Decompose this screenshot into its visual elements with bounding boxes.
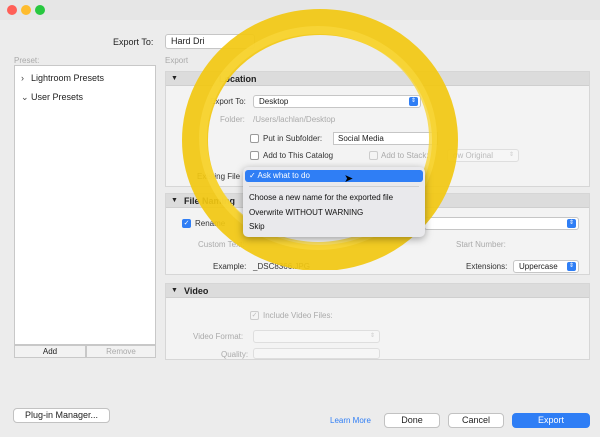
section-title: Video [184, 286, 209, 296]
disclosure-triangle-icon[interactable]: ▼ [171, 194, 178, 208]
stack-position-select[interactable]: ow Original ⇕ [447, 149, 519, 162]
subfolder-label: Put in Subfolder: [263, 134, 323, 143]
include-video-checkbox[interactable]: ✓ [250, 311, 259, 320]
add-to-catalog-checkbox[interactable] [250, 151, 259, 160]
menu-item-overwrite[interactable]: Overwrite WITHOUT WARNING [249, 208, 363, 217]
close-window-button[interactable] [7, 5, 17, 15]
folder-label: Folder: [220, 115, 245, 124]
export-to-label: Export To: [113, 37, 154, 47]
plugin-manager-button[interactable]: Plug-in Manager... [13, 408, 110, 423]
subfolder-name-value: Social Media [338, 134, 384, 143]
check-icon: ✓ [249, 171, 256, 180]
add-to-catalog-label: Add to This Catalog [263, 151, 334, 160]
preset-list: › Lightroom Presets ⌄ User Presets [14, 65, 156, 345]
subfolder-name-input[interactable]: Social Media [333, 132, 438, 145]
start-number-label: Start Number: [456, 240, 506, 249]
include-video-label: Include Video Files: [263, 311, 333, 320]
select-arrows-icon: ⇕ [508, 152, 515, 158]
add-to-stack-label: Add to Stack: [381, 151, 429, 160]
export-to-select[interactable]: Hard Dri [165, 34, 255, 49]
minimize-window-button[interactable] [21, 5, 31, 15]
location-export-to-value: Desktop [259, 97, 289, 106]
video-format-label: Video Format: [193, 332, 244, 341]
quality-label: Quality: [221, 350, 249, 359]
remove-preset-button[interactable]: Remove [86, 345, 156, 358]
title-bar [0, 0, 600, 20]
section-title: File Naming [184, 196, 236, 206]
export-location-header[interactable]: ▼ Location [166, 72, 589, 86]
done-button[interactable]: Done [384, 413, 440, 428]
select-arrows-icon: ⇕ [369, 333, 376, 339]
menu-item-skip[interactable]: Skip [249, 222, 265, 231]
example-filename: _DSC8366.JPG [253, 262, 310, 271]
video-format-select[interactable]: ⇕ [253, 330, 380, 343]
zoom-window-button[interactable] [35, 5, 45, 15]
preset-folder-label: User Presets [31, 92, 84, 102]
select-arrows-icon: ⇕ [567, 219, 576, 228]
export-settings-header: Export [165, 56, 189, 65]
select-arrows-icon: ⇕ [409, 97, 418, 106]
cancel-button[interactable]: Cancel [448, 413, 504, 428]
rename-checkbox[interactable]: ✓ [182, 219, 191, 228]
location-export-to-label: Export To: [210, 97, 246, 106]
existing-files-label: Existing File [197, 172, 241, 181]
location-export-to-select[interactable]: Desktop ⇕ [253, 95, 421, 108]
rename-template-select[interactable]: ⇕ [424, 217, 579, 230]
subfolder-checkbox[interactable] [250, 134, 259, 143]
add-to-stack-checkbox[interactable] [369, 151, 378, 160]
stack-position-value: ow Original [453, 151, 494, 160]
menu-item-label: Ask what to do [257, 171, 310, 180]
menu-item-ask-what-to-do[interactable]: ✓ Ask what to do [245, 170, 423, 182]
preset-folder-lightroom[interactable]: › Lightroom Presets [21, 73, 104, 83]
learn-more-link[interactable]: Learn More [330, 416, 371, 425]
menu-item-choose-new-name[interactable]: Choose a new name for the exported file [249, 193, 393, 202]
custom-text-label: Custom Text: [198, 240, 245, 249]
folder-path: /Users/lachlan/Desktop [253, 115, 336, 124]
select-arrows-icon: ⇕ [567, 262, 576, 271]
export-to-value: Hard Dri [171, 36, 205, 46]
existing-files-dropdown: ✓ Ask what to do Choose a new name for t… [243, 167, 425, 237]
chevron-down-icon[interactable]: ⌄ [21, 92, 31, 103]
example-label: Example: [213, 262, 247, 271]
preset-header: Preset: [14, 56, 40, 65]
menu-divider [249, 186, 419, 187]
video-header[interactable]: ▼ Video [166, 284, 589, 298]
section-title: Location [219, 74, 257, 84]
extensions-value: Uppercase [519, 262, 558, 271]
disclosure-triangle-icon[interactable]: ▼ [171, 72, 178, 86]
disclosure-triangle-icon[interactable]: ▼ [171, 284, 178, 298]
export-button[interactable]: Export [512, 413, 590, 428]
preset-folder-user[interactable]: ⌄ User Presets [21, 92, 83, 103]
preset-folder-label: Lightroom Presets [31, 73, 105, 83]
mouse-cursor-icon: ➤ [344, 173, 354, 185]
add-preset-button[interactable]: Add [14, 345, 86, 358]
chevron-right-icon[interactable]: › [21, 73, 31, 83]
extensions-label: Extensions: [466, 262, 508, 271]
extensions-select[interactable]: Uppercase ⇕ [513, 260, 579, 273]
rename-label: Rename [195, 219, 226, 228]
quality-select[interactable] [253, 348, 380, 359]
